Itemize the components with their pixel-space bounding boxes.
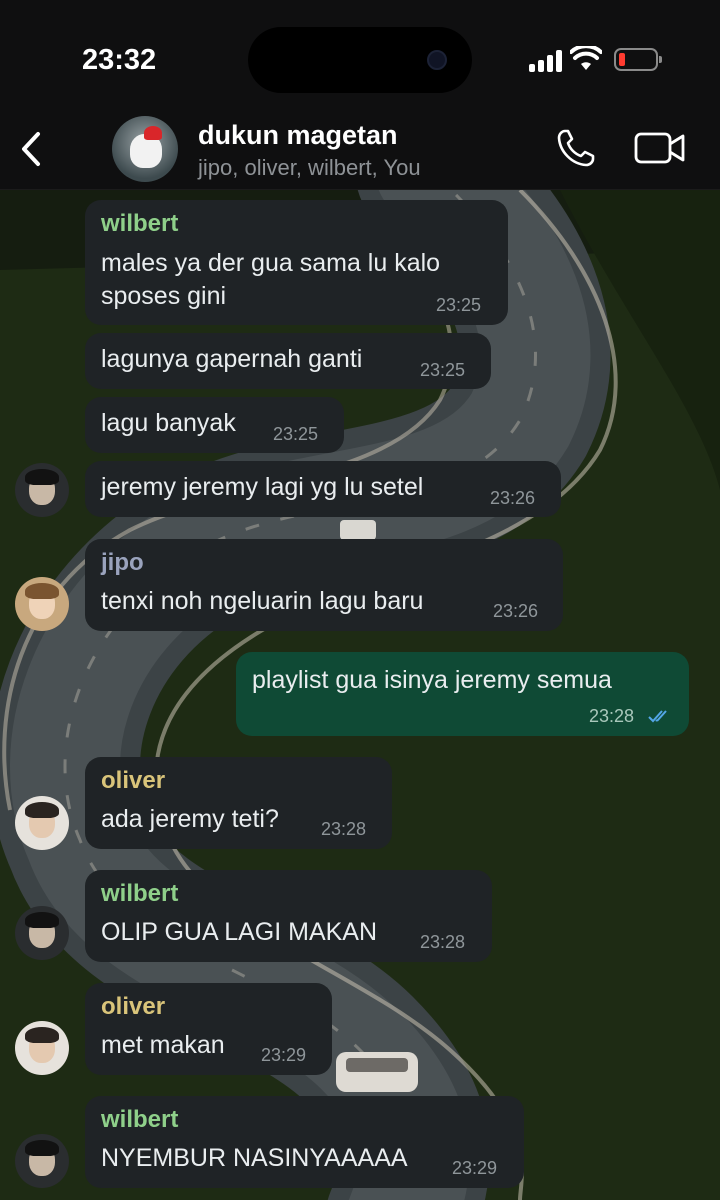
wifi-icon <box>570 46 602 70</box>
message-text: OLIP GUA LAGI MAKAN <box>101 918 378 946</box>
sender-name: wilbert <box>101 1106 179 1133</box>
battery-icon <box>614 48 662 71</box>
sender-name: wilbert <box>101 210 179 237</box>
message-text: jeremy jeremy lagi yg lu setel <box>101 473 424 501</box>
message-text: playlist gua isinya jeremy semua <box>252 666 612 694</box>
message-time: 23:29 <box>261 1045 307 1065</box>
video-call-icon[interactable] <box>634 131 686 165</box>
group-members[interactable]: jipo, oliver, wilbert, You <box>198 155 421 181</box>
message-bubble[interactable]: wilbert males ya der gua sama lu kalo sp… <box>85 200 508 325</box>
message-time: 23:28 <box>420 932 466 952</box>
status-bar: 23:32 <box>0 0 720 118</box>
dynamic-island <box>248 27 472 93</box>
message-time: 23:29 <box>452 1158 498 1178</box>
avatar[interactable] <box>15 906 69 960</box>
phone-call-icon[interactable] <box>556 128 596 168</box>
back-arrow-icon[interactable] <box>16 128 46 170</box>
sender-name: wilbert <box>101 880 179 907</box>
message-time: 23:28 <box>589 706 635 726</box>
outgoing-message-bubble[interactable]: playlist gua isinya jeremy semua 23:28 <box>236 652 689 736</box>
message-time: 23:26 <box>493 601 539 621</box>
message-text: tenxi noh ngeluarin lagu baru <box>101 587 424 615</box>
avatar[interactable] <box>15 796 69 850</box>
message-text: NYEMBUR NASINYAAAAA <box>101 1144 408 1172</box>
group-title[interactable]: dukun magetan <box>198 120 398 151</box>
message-bubble[interactable]: lagu banyak 23:25 <box>85 397 344 453</box>
message-time: 23:25 <box>273 424 319 444</box>
message-time: 23:26 <box>490 488 536 508</box>
message-bubble[interactable]: oliver met makan 23:29 <box>85 983 332 1075</box>
sender-name: oliver <box>101 767 166 794</box>
message-time: 23:28 <box>321 819 367 839</box>
chat-header: dukun magetan jipo, oliver, wilbert, You <box>0 116 720 190</box>
sender-name: oliver <box>101 993 166 1020</box>
message-text: ada jeremy teti? <box>101 805 279 833</box>
message-text: lagu banyak <box>101 409 236 437</box>
message-text: males ya der gua sama lu kalo sposes gin… <box>101 249 441 310</box>
cellular-signal-icon <box>529 50 565 72</box>
message-bubble[interactable]: jeremy jeremy lagi yg lu setel 23:26 <box>85 461 561 517</box>
message-time: 23:25 <box>420 360 466 380</box>
message-bubble[interactable]: jipo tenxi noh ngeluarin lagu baru 23:26 <box>85 539 563 631</box>
avatar[interactable] <box>15 463 69 517</box>
avatar[interactable] <box>15 577 69 631</box>
message-bubble[interactable]: wilbert NYEMBUR NASINYAAAAA 23:29 <box>85 1096 524 1188</box>
read-receipt-icon <box>648 710 667 723</box>
message-bubble[interactable]: oliver ada jeremy teti? 23:28 <box>85 757 392 849</box>
avatar[interactable] <box>15 1134 69 1188</box>
message-bubble[interactable]: wilbert OLIP GUA LAGI MAKAN 23:28 <box>85 870 492 962</box>
status-time: 23:32 <box>82 44 157 76</box>
group-avatar[interactable] <box>112 116 178 182</box>
message-bubble[interactable]: lagunya gapernah ganti 23:25 <box>85 333 491 389</box>
sender-name: jipo <box>101 549 144 576</box>
message-text: lagunya gapernah ganti <box>101 345 363 373</box>
message-time: 23:25 <box>436 295 482 315</box>
avatar[interactable] <box>15 1021 69 1075</box>
message-text: met makan <box>101 1031 225 1059</box>
